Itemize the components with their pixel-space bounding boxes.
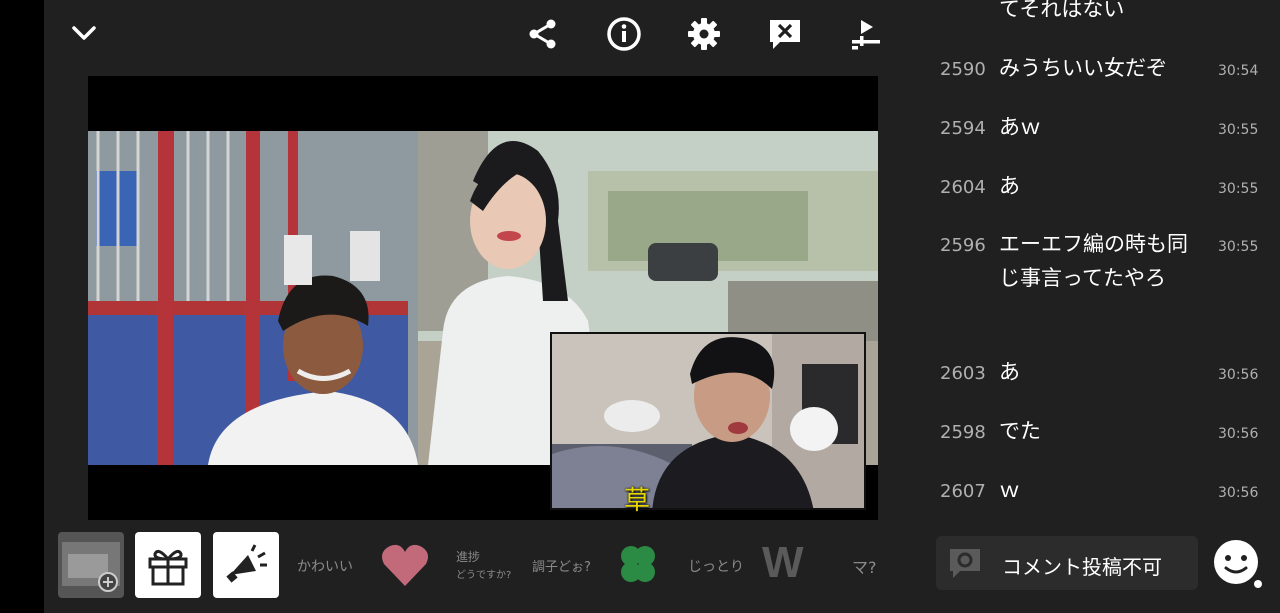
chat-message-number: 2604 (940, 177, 986, 198)
info-button[interactable] (604, 14, 644, 54)
chat-message-text: みうちいい女だぞ (999, 56, 1167, 80)
chat-message-time: 30:55 (1218, 122, 1259, 138)
chat-message-number: 2598 (940, 422, 986, 443)
chat-message-number: 2590 (940, 59, 986, 80)
emoji-button[interactable] (1212, 538, 1264, 594)
comment-label: コメント投稿不可 (1002, 555, 1162, 579)
gear-icon (688, 18, 720, 50)
collapse-button[interactable] (64, 14, 104, 54)
megaphone-button[interactable] (213, 532, 279, 598)
comment-panel: てそれはない 2590 みうちいい女だぞ 30:54 2594 あｗ 30:55… (912, 0, 1280, 613)
video-player[interactable]: 草 (88, 76, 878, 520)
chat-message-text: エーエフ編の時も同じ事言ってたやろ (999, 232, 1188, 290)
playlist-button[interactable] (846, 14, 886, 54)
chat-message-number: 2603 (940, 363, 986, 384)
reaction-w[interactable]: W (762, 538, 804, 588)
reaction-clover[interactable] (615, 542, 661, 592)
chat-message-number: 2594 (940, 118, 986, 139)
share-button[interactable] (523, 14, 563, 54)
clover-icon (621, 546, 655, 582)
comment-input-disabled[interactable]: コメント投稿不可 (936, 536, 1198, 590)
chat-message-text: あ (999, 360, 1020, 384)
share-icon (529, 19, 556, 49)
player-area: 草 かわいい 進捗 どうですか? 調子どぉ? じっとり W マ? (44, 0, 912, 613)
reaction-bar: かわいい 進捗 どうですか? 調子どぉ? じっとり W マ? (44, 524, 912, 604)
reaction-ma[interactable]: マ? (852, 554, 877, 578)
chat-message-text: でた (999, 419, 1041, 443)
chat-message-number: 2596 (940, 235, 986, 256)
gift-icon (148, 549, 188, 586)
chat-message-text: てそれはない (999, 0, 1125, 21)
chat-message-time: 30:55 (1218, 239, 1259, 255)
player-toolbar (44, 0, 912, 70)
pip-caption-text: 草 (624, 486, 651, 516)
app-root: 草 かわいい 進捗 どうですか? 調子どぉ? じっとり W マ? てそれはない … (0, 0, 1280, 613)
comment-toggle-button[interactable] (765, 14, 805, 54)
info-icon (607, 17, 641, 51)
comment-off-icon (770, 20, 800, 49)
chat-message-time: 30:56 (1218, 367, 1259, 383)
screenshot-add-button[interactable] (58, 532, 124, 598)
chat-message-time: 30:54 (1218, 63, 1259, 79)
chat-message-time: 30:56 (1218, 426, 1259, 442)
reaction-choushi[interactable]: 調子どぉ? (532, 556, 591, 575)
reaction-kawaii[interactable]: かわいい (297, 556, 353, 576)
screenshot-thumbnail-icon (62, 542, 120, 592)
heart-icon (382, 544, 428, 586)
chat-message-time: 30:56 (1218, 485, 1259, 501)
smiley-icon (1214, 540, 1262, 588)
streamer-camera-image (552, 334, 864, 508)
gift-button[interactable] (135, 532, 201, 598)
comment-gear-icon (950, 549, 980, 578)
chat-message-text: あ (999, 174, 1020, 198)
settings-button[interactable] (684, 14, 724, 54)
megaphone-icon (226, 544, 267, 583)
reaction-jittori[interactable]: じっとり (688, 556, 744, 576)
reaction-shinchoku-bottom[interactable]: どうですか? (456, 566, 511, 581)
chat-message-time: 30:55 (1218, 181, 1259, 197)
picture-in-picture-camera[interactable] (550, 332, 866, 510)
reaction-shinchoku-top[interactable]: 進捗 (456, 548, 480, 565)
chevron-down-icon (72, 26, 96, 40)
reaction-heart[interactable] (380, 542, 430, 592)
chat-message-text: ｗ (999, 478, 1020, 502)
chat-message-text: あｗ (999, 115, 1041, 139)
playlist-icon (852, 20, 880, 50)
chat-message-number: 2607 (940, 481, 986, 502)
